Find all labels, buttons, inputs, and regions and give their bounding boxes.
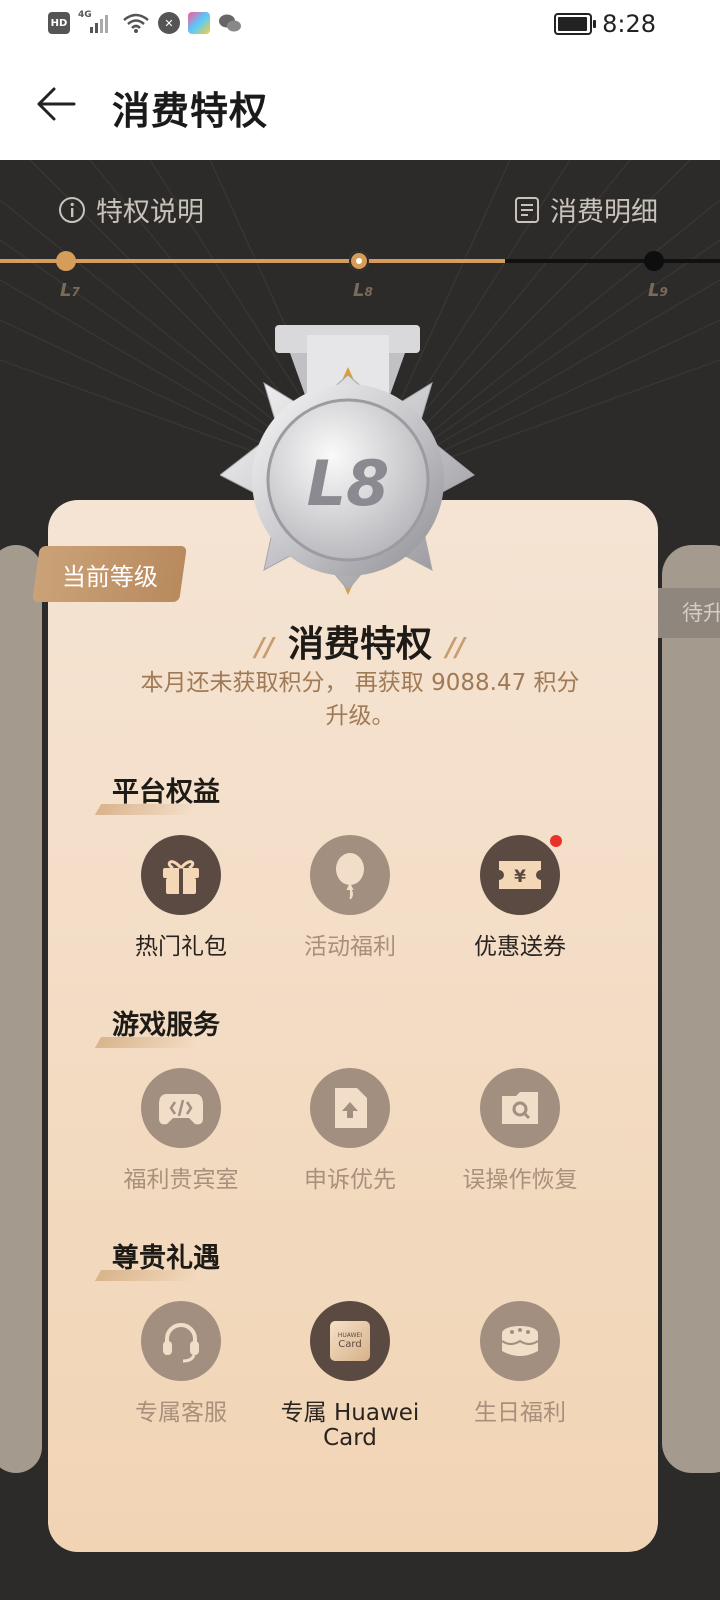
gamepad-icon bbox=[141, 1068, 221, 1148]
app-bar: 消费特权 bbox=[0, 50, 720, 160]
courtesy-exclusive-service[interactable]: 专属客服 bbox=[96, 1301, 266, 1426]
level-node-7[interactable] bbox=[56, 251, 76, 271]
privilege-panel: 特权说明 消费明细 L7 L8 L9 待升 L8 当前等级 // 消费特权 //… bbox=[0, 160, 720, 1600]
level-label-7: L7 bbox=[60, 280, 80, 301]
hd-icon: HD bbox=[48, 12, 70, 34]
benefit-coupon[interactable]: ¥ 优惠送券 bbox=[435, 835, 605, 960]
benefit-hot-gift-pack[interactable]: 热门礼包 bbox=[96, 835, 266, 960]
level-label-8: L8 bbox=[353, 280, 373, 301]
battery-icon bbox=[554, 13, 597, 35]
current-level-badge: 当前等级 bbox=[32, 546, 187, 602]
svg-text:¥: ¥ bbox=[514, 867, 526, 887]
next-level-card[interactable] bbox=[662, 545, 720, 1473]
app-notification-icon-2 bbox=[188, 12, 210, 34]
wechat-icon bbox=[219, 14, 241, 32]
section-exclusive-courtesy: 尊贵礼遇 bbox=[94, 1236, 220, 1281]
upload-file-icon bbox=[310, 1068, 390, 1148]
wifi-icon bbox=[123, 13, 149, 33]
page-title: 消费特权 bbox=[112, 89, 269, 133]
cake-icon bbox=[480, 1301, 560, 1381]
service-appeal-priority[interactable]: 申诉优先 bbox=[265, 1068, 435, 1193]
level-label-9: L9 bbox=[648, 280, 668, 301]
info-icon bbox=[59, 196, 85, 223]
privilege-rules-label: 特权说明 bbox=[96, 197, 204, 228]
consumption-details-label: 消费明细 bbox=[550, 197, 658, 228]
back-arrow-icon[interactable] bbox=[36, 84, 76, 124]
status-icons: HD 4G ✕ bbox=[48, 10, 242, 34]
balloon-icon bbox=[310, 835, 390, 915]
card-title: //消费特权// bbox=[254, 624, 465, 665]
section-game-services: 游戏服务 bbox=[94, 1003, 220, 1048]
courtesy-birthday-welfare[interactable]: 生日福利 bbox=[435, 1301, 605, 1426]
clock: 8:28 bbox=[602, 10, 656, 38]
privilege-rules-link[interactable]: 特权说明 bbox=[58, 190, 204, 229]
medal-level-text: L8 bbox=[307, 447, 390, 520]
level-node-9[interactable] bbox=[644, 251, 664, 271]
headset-icon bbox=[141, 1301, 221, 1381]
section-platform-benefits: 平台权益 bbox=[94, 770, 220, 815]
app-notification-icon: ✕ bbox=[158, 12, 180, 34]
benefit-activity-welfare[interactable]: 活动福利 bbox=[265, 835, 435, 960]
huawei-card-icon: HUAWEI Card bbox=[310, 1301, 390, 1381]
previous-level-card[interactable] bbox=[0, 545, 42, 1473]
document-icon bbox=[515, 196, 539, 223]
coupon-icon: ¥ bbox=[480, 835, 562, 915]
consumption-details-link[interactable]: 消费明细 bbox=[514, 190, 658, 229]
level-node-8[interactable] bbox=[349, 251, 369, 271]
notification-dot bbox=[550, 835, 562, 847]
courtesy-huawei-card[interactable]: HUAWEI Card 专属 Huawei Card bbox=[265, 1301, 435, 1451]
status-bar: HD 4G ✕ 8:28 bbox=[0, 0, 720, 50]
service-misoperation-restore[interactable]: 误操作恢复 bbox=[435, 1068, 605, 1193]
service-vip-lounge[interactable]: 福利贵宾室 bbox=[96, 1068, 266, 1193]
upgrade-progress-text: 本月还未获取积分， 再获取 9088.47 积分升级。 bbox=[140, 670, 580, 729]
gift-icon bbox=[141, 835, 221, 915]
signal-icon: 4G bbox=[78, 10, 114, 34]
status-right: 8:28 bbox=[554, 10, 656, 38]
restore-folder-icon bbox=[480, 1068, 560, 1148]
